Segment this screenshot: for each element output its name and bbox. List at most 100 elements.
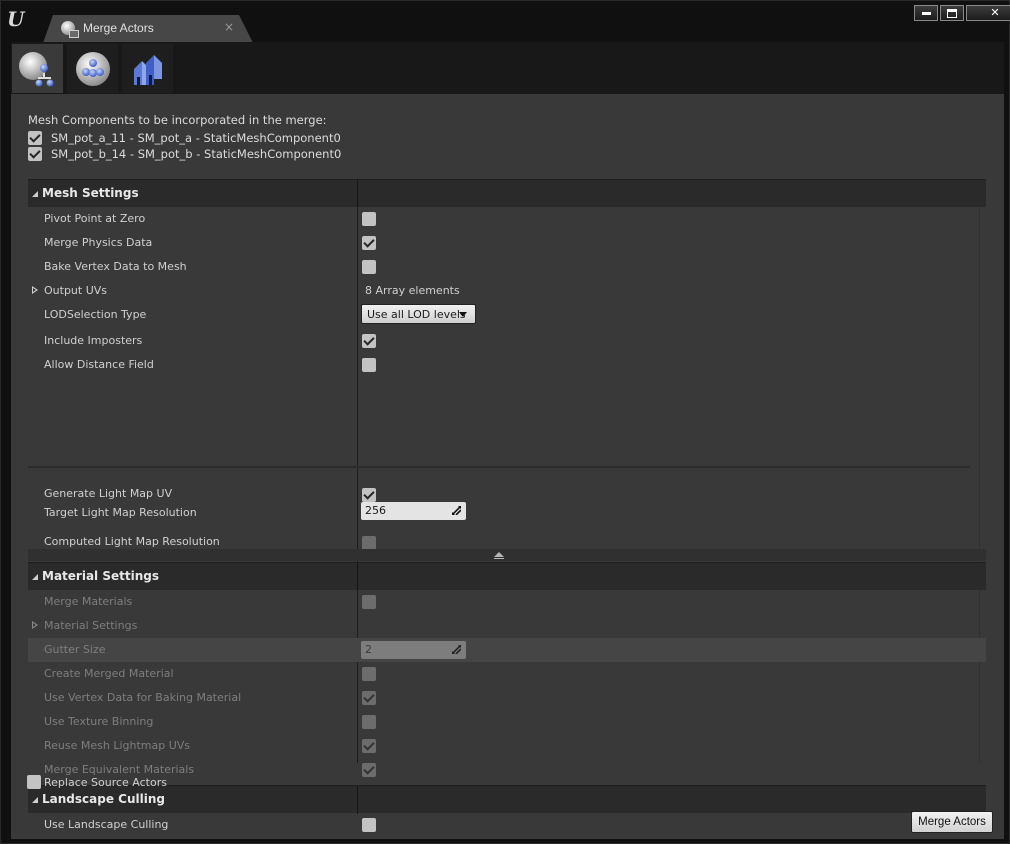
collapse-arrow-icon (32, 191, 38, 197)
drag-resize-icon (452, 645, 461, 654)
spheres-merge-icon (19, 52, 54, 87)
prop-label: Material Settings (44, 619, 138, 632)
prop-reuse-mesh-lightmap-uvs: Reuse Mesh Lightmap UVs (28, 734, 986, 758)
generate-lightmap-checkbox[interactable] (362, 488, 376, 502)
sphere-cluster-icon (76, 52, 110, 86)
numeric-value: 256 (365, 504, 386, 517)
prop-label: Use Vertex Data for Baking Material (44, 691, 242, 704)
replace-source-actors-checkbox[interactable] (27, 775, 41, 789)
tab-title: Merge Actors (83, 21, 154, 35)
gutter-size-input: 2 (361, 641, 466, 659)
replace-source-actors-row[interactable]: Replace Source Actors (27, 774, 167, 790)
component-row[interactable]: SM_pot_b_14 - SM_pot_b - StaticMeshCompo… (28, 146, 341, 162)
category-mesh-settings[interactable]: Mesh Settings (28, 179, 986, 208)
computed-lightmap-checkbox (362, 536, 376, 550)
prop-label: Pivot Point at Zero (44, 212, 146, 225)
category-material-settings[interactable]: Material Settings (28, 562, 986, 591)
group-separator (28, 466, 970, 468)
prop-use-landscape-culling: Use Landscape Culling (28, 813, 986, 837)
prop-label: Computed Light Map Resolution (44, 535, 220, 548)
component-row[interactable]: SM_pot_a_11 - SM_pot_a - StaticMeshCompo… (28, 130, 341, 146)
prop-material-settings: Material Settings (28, 614, 986, 638)
prop-label: Allow Distance Field (44, 358, 154, 371)
dropdown-value: Use all LOD levels (367, 308, 466, 321)
tab-merge-actors[interactable]: Merge Actors × (43, 15, 253, 43)
dropdown-arrow-icon (459, 312, 467, 317)
prop-merge-materials: Merge Materials (28, 590, 986, 614)
prop-create-merged-material: Create Merged Material (28, 662, 986, 686)
category-landscape-culling[interactable]: Landscape Culling (28, 785, 986, 814)
maximize-icon (947, 8, 957, 18)
prop-generate-light-map-uv: Generate Light Map UV (28, 482, 986, 506)
prop-label: Reuse Mesh Lightmap UVs (44, 739, 191, 752)
pivot-point-checkbox[interactable] (362, 212, 376, 226)
merge-materials-checkbox[interactable] (362, 595, 376, 609)
prop-label: Generate Light Map UV (44, 487, 173, 500)
advanced-collapse-bar[interactable] (28, 549, 986, 561)
landscape-culling-checkbox[interactable] (362, 818, 376, 832)
array-count: 8 Array elements (365, 284, 460, 297)
component-checkbox[interactable] (28, 147, 42, 161)
unreal-logo-icon: U (7, 7, 25, 31)
bake-vertex-checkbox[interactable] (362, 260, 376, 274)
category-title: Landscape Culling (42, 792, 165, 806)
prop-merge-physics-data: Merge Physics Data (28, 231, 986, 255)
minimize-button[interactable] (914, 5, 938, 21)
merge-actors-tab-icon (61, 21, 79, 38)
instancing-mode-button[interactable] (122, 44, 173, 93)
collapse-arrow-icon (32, 797, 38, 803)
reuse-lightmap-uvs-checkbox (362, 739, 376, 753)
merge-physics-checkbox[interactable] (362, 236, 376, 250)
category-title: Mesh Settings (42, 186, 139, 200)
component-label: SM_pot_b_14 - SM_pot_b - StaticMeshCompo… (51, 147, 342, 161)
prop-label: Output UVs (44, 284, 108, 297)
prop-label: LODSelection Type (44, 308, 147, 321)
prop-bake-vertex-data: Bake Vertex Data to Mesh (28, 255, 986, 279)
texture-binning-checkbox (362, 715, 376, 729)
numeric-value: 2 (365, 643, 372, 656)
merge-actors-window: U Merge Actors × ✕ Mesh Components to be… (0, 0, 1010, 844)
maximize-button[interactable] (940, 5, 964, 21)
prop-label: Use Texture Binning (44, 715, 154, 728)
prop-use-vertex-data: Use Vertex Data for Baking Material (28, 686, 986, 710)
components-heading: Mesh Components to be incorporated in th… (28, 113, 327, 127)
prop-gutter-size: Gutter Size 2 (28, 638, 986, 662)
prop-label: Merge Materials (44, 595, 133, 608)
prop-label: Target Light Map Resolution (44, 506, 197, 519)
lod-selection-dropdown[interactable]: Use all LOD levels (361, 304, 476, 324)
prop-label: Create Merged Material (44, 667, 174, 680)
use-vertex-data-checkbox (362, 691, 376, 705)
expand-arrow-icon[interactable] (32, 621, 38, 629)
prop-label: Merge Physics Data (44, 236, 153, 249)
tab-close-icon[interactable]: × (224, 20, 234, 34)
expand-arrow-icon[interactable] (32, 286, 38, 294)
prop-label: Bake Vertex Data to Mesh (44, 260, 187, 273)
prop-output-uvs: Output UVs 8 Array elements (28, 279, 986, 303)
prop-use-texture-binning: Use Texture Binning (28, 710, 986, 734)
collapse-up-icon (494, 552, 504, 559)
merge-actors-button[interactable]: Merge Actors (911, 811, 993, 833)
collapse-arrow-icon (32, 574, 38, 580)
create-merged-material-checkbox (362, 667, 376, 681)
close-icon: ✕ (990, 6, 1000, 19)
merge-equivalent-materials-checkbox (362, 763, 376, 777)
prop-label: Gutter Size (44, 643, 106, 656)
prop-label: Include Imposters (44, 334, 143, 347)
prop-target-light-map-resolution: Target Light Map Resolution 256 (28, 407, 986, 520)
blue-houses-icon (134, 55, 162, 85)
prop-include-imposters: Include Imposters (28, 329, 986, 353)
details-view: Mesh Settings Pivot Point at Zero Merge … (28, 179, 986, 844)
close-button[interactable]: ✕ (966, 5, 1010, 21)
window-controls: ✕ (914, 5, 1010, 23)
component-label: SM_pot_a_11 - SM_pot_a - StaticMeshCompo… (51, 131, 341, 145)
merge-actors-mode-button[interactable] (12, 44, 63, 93)
component-checkbox[interactable] (28, 131, 42, 145)
prop-merge-equivalent-materials: Merge Equivalent Materials (28, 758, 986, 782)
proxy-mesh-mode-button[interactable] (67, 44, 118, 93)
include-imposters-checkbox[interactable] (362, 334, 376, 348)
target-lightmap-resolution-input[interactable]: 256 (361, 502, 466, 520)
distance-field-checkbox[interactable] (362, 358, 376, 372)
merge-settings-panel: Mesh Components to be incorporated in th… (11, 94, 1004, 839)
drag-resize-icon (452, 506, 461, 515)
replace-source-actors-label: Replace Source Actors (44, 775, 167, 789)
